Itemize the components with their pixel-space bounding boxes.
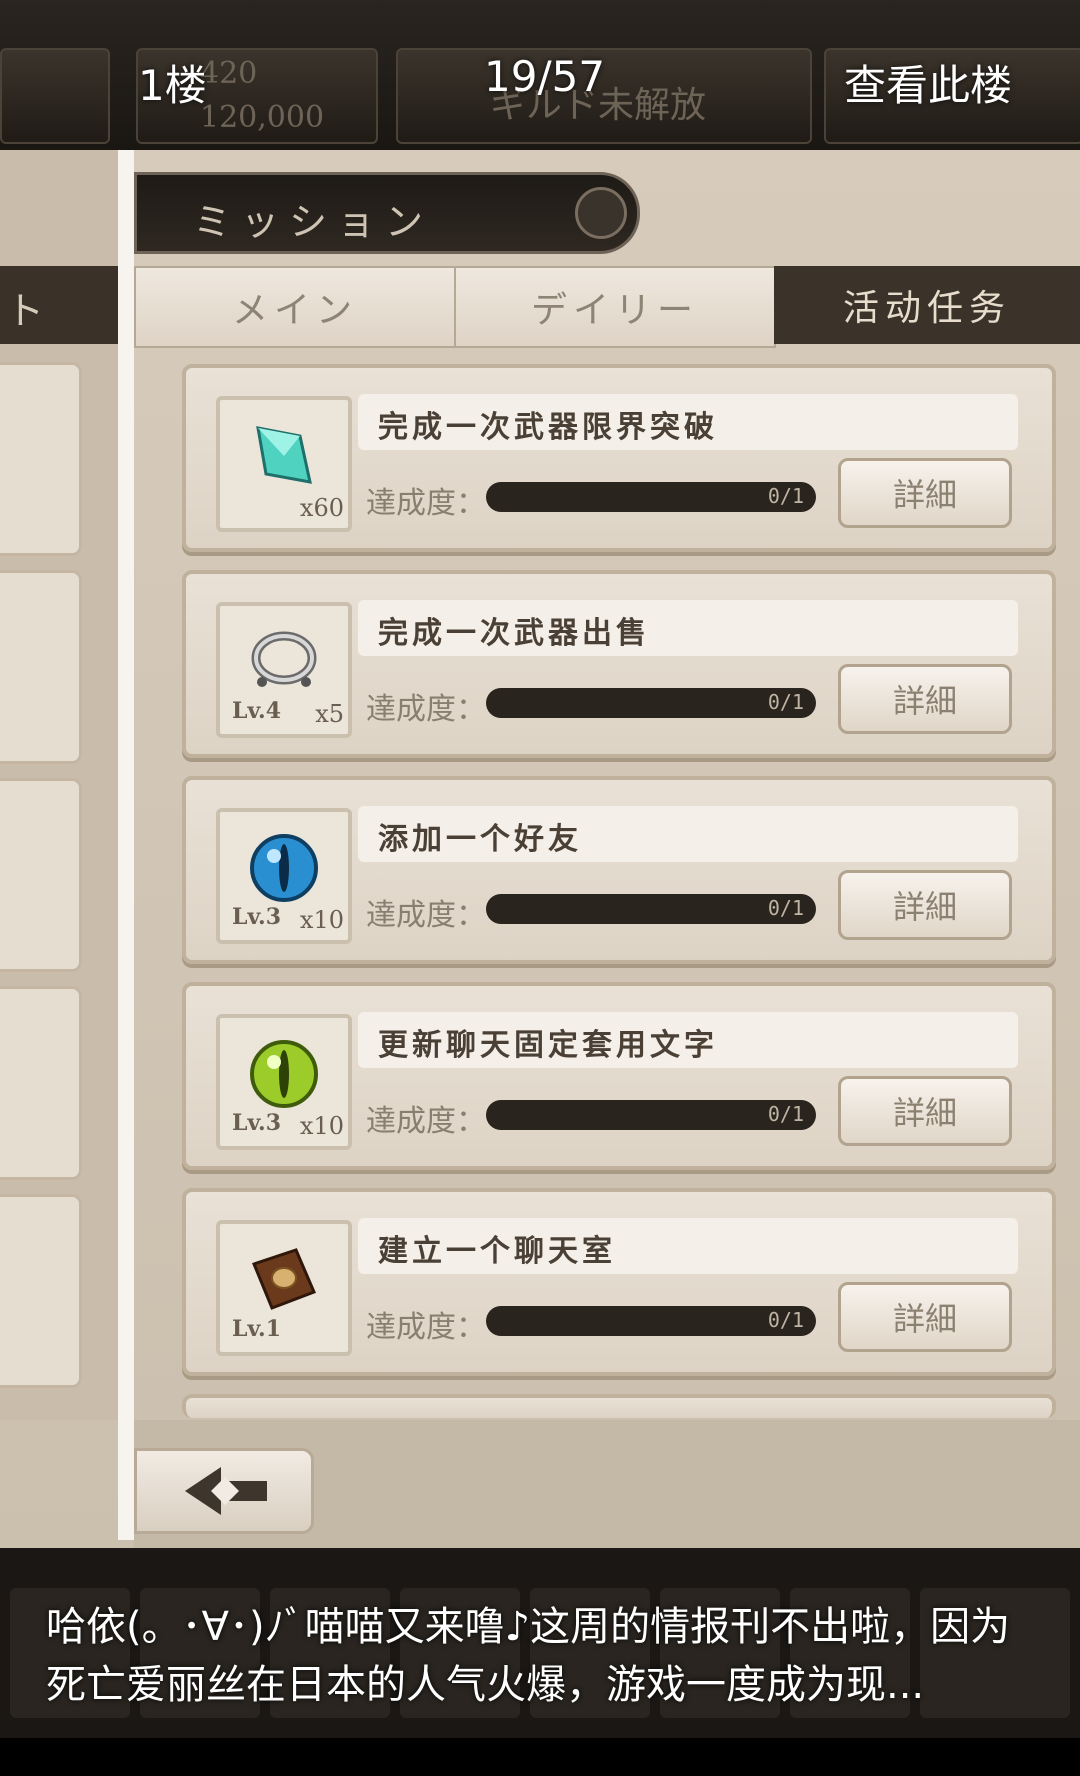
- detail-button[interactable]: 詳細: [838, 1282, 1012, 1352]
- hud-left-block: [0, 48, 110, 144]
- reward-quantity: x60: [299, 494, 344, 522]
- detail-button-label: 詳細: [892, 476, 957, 514]
- progress-bar: 0/1: [486, 1306, 816, 1336]
- detail-button-label: 詳細: [892, 682, 957, 720]
- progress-value: 0/1: [767, 690, 804, 714]
- reward-level: Lv.4: [232, 698, 282, 724]
- left-card: [0, 778, 82, 972]
- screen-title: ミッション: [193, 200, 434, 244]
- floor-label: 1楼: [138, 61, 207, 110]
- title-ornament: [575, 187, 627, 239]
- image-counter: 19/57: [484, 52, 606, 101]
- mission-card-partial: [182, 1394, 1056, 1418]
- reward-level: Lv.3: [232, 1110, 282, 1136]
- bottom-black-bar: [0, 1738, 1080, 1776]
- mission-card: Lv.3 x10 更新聊天固定套用文字 達成度： 0/1 詳細: [182, 982, 1056, 1170]
- blue-eye-icon: [250, 834, 318, 902]
- mission-title: 完成一次武器出售: [378, 616, 650, 651]
- mission-card: Lv.1 建立一个聊天室 達成度： 0/1 詳細: [182, 1188, 1056, 1376]
- reward-icon-frame: x60: [216, 396, 352, 532]
- reward-icon-frame: Lv.4 x5: [216, 602, 352, 738]
- viewer-divider: [118, 150, 134, 1540]
- currency-large: 120,000: [200, 100, 325, 135]
- detail-button[interactable]: 詳細: [838, 664, 1012, 734]
- tab-event-missions-label: 活动任务: [842, 288, 1011, 329]
- tab-event-missions[interactable]: 活动任务: [774, 266, 1080, 344]
- detail-button[interactable]: 詳細: [838, 1076, 1012, 1146]
- reward-quantity: x10: [299, 906, 344, 934]
- book-icon: [252, 1248, 316, 1310]
- progress-value: 0/1: [767, 1308, 804, 1332]
- reward-quantity: x10: [299, 1112, 344, 1140]
- reward-level: Lv.1: [232, 1316, 282, 1342]
- mission-title: 建立一个聊天室: [378, 1234, 616, 1269]
- currency-small: 420: [200, 56, 258, 91]
- progress-label: 達成度：: [366, 486, 486, 521]
- detail-button-label: 詳細: [892, 888, 957, 926]
- progress-label: 達成度：: [366, 1104, 486, 1139]
- detail-button[interactable]: 詳細: [838, 458, 1012, 528]
- green-eye-icon: [250, 1040, 318, 1108]
- left-card: [0, 570, 82, 764]
- mission-title: 更新聊天固定套用文字: [378, 1028, 718, 1063]
- progress-value: 0/1: [767, 484, 804, 508]
- progress-label: 達成度：: [366, 692, 486, 727]
- mission-card: x60 完成一次武器限界突破 達成度： 0/1 詳細: [182, 364, 1056, 552]
- back-button[interactable]: [134, 1448, 314, 1534]
- mission-title: 完成一次武器限界突破: [378, 410, 718, 445]
- post-caption: 哈依(。･∀･)ﾉﾞ喵喵又来噜♪这周的情报刊不出啦，因为死亡爱丽丝在日本的人气火…: [46, 1604, 1011, 1708]
- progress-bar: 0/1: [486, 894, 816, 924]
- view-floor-link[interactable]: 查看此楼: [844, 52, 1012, 113]
- detail-button[interactable]: 詳細: [838, 870, 1012, 940]
- back-arrow-icon: [185, 1467, 267, 1515]
- left-card: [0, 362, 82, 556]
- progress-value: 0/1: [767, 1102, 804, 1126]
- left-tab-label: ト: [6, 289, 45, 333]
- progress-bar: 0/1: [486, 482, 816, 512]
- screen: 420 120,000 ギルド未解放 ト ミッション メイン デイリー 活动任务: [0, 0, 1080, 1776]
- tab-daily-label: デイリー: [530, 290, 699, 331]
- mission-card: Lv.3 x10 添加一个好友 達成度： 0/1 詳細: [182, 776, 1056, 964]
- progress-bar: 0/1: [486, 688, 816, 718]
- left-tab[interactable]: ト: [0, 266, 120, 344]
- left-card: [0, 986, 82, 1180]
- mission-title: 添加一个好友: [378, 822, 582, 857]
- mission-card: Lv.4 x5 完成一次武器出售 達成度： 0/1 詳細: [182, 570, 1056, 758]
- detail-button-label: 詳細: [892, 1094, 957, 1132]
- reward-level: Lv.3: [232, 904, 282, 930]
- detail-button-label: 詳細: [892, 1300, 957, 1338]
- reward-quantity: x5: [315, 700, 344, 728]
- reward-icon-frame: Lv.1: [216, 1220, 352, 1356]
- screen-title-bar: ミッション: [134, 172, 640, 254]
- reward-icon-frame: Lv.3 x10: [216, 808, 352, 944]
- tab-main[interactable]: メイン: [134, 266, 456, 348]
- tab-daily[interactable]: デイリー: [454, 266, 776, 348]
- left-card: [0, 1194, 82, 1388]
- ring-icon: [251, 631, 317, 687]
- tab-main-label: メイン: [231, 290, 358, 331]
- progress-value: 0/1: [767, 896, 804, 920]
- progress-bar: 0/1: [486, 1100, 816, 1130]
- reward-icon-frame: Lv.3 x10: [216, 1014, 352, 1150]
- progress-label: 達成度：: [366, 898, 486, 933]
- progress-label: 達成度：: [366, 1310, 486, 1345]
- crystal-icon: [256, 426, 312, 484]
